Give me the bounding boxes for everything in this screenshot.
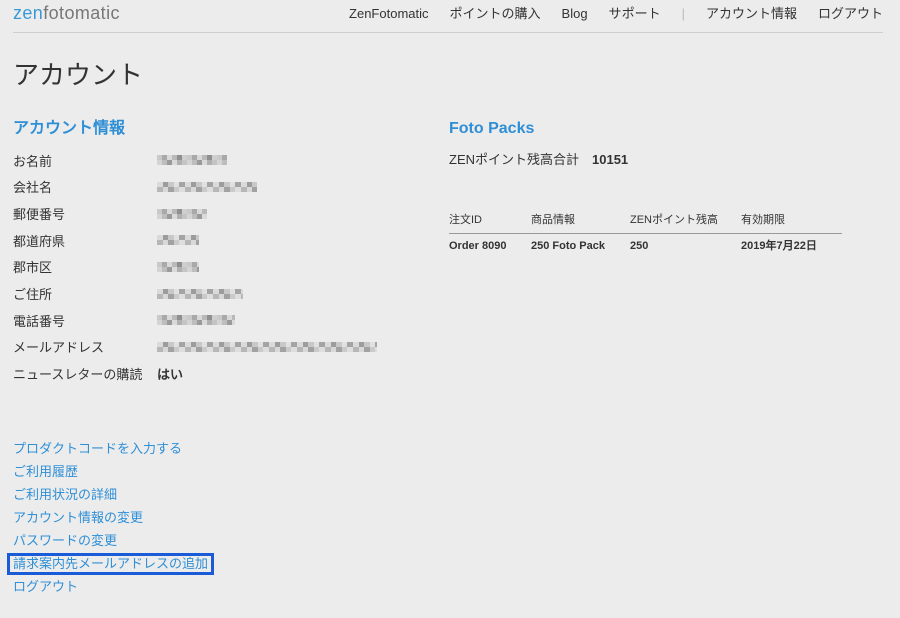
account-row-postal-code: 郵便番号 xyxy=(13,200,433,227)
redacted-value xyxy=(157,288,243,299)
list-item: 請求案内先メールアドレスの追加 xyxy=(6,552,215,575)
foto-packs-table: 注文ID 商品情報 ZENポイント残高 有効期限 Order 8090 250 … xyxy=(449,211,842,255)
redacted-value xyxy=(157,181,257,192)
list-item: パスワードの変更 xyxy=(13,529,211,552)
redacted-value xyxy=(157,341,377,352)
cell-zen-points: 250 xyxy=(630,240,649,252)
account-row-phone: 電話番号 xyxy=(13,307,433,334)
account-row-address: ご住所 xyxy=(13,280,433,307)
list-item: ご利用履歴 xyxy=(13,460,211,483)
field-label: ニュースレターの購読 xyxy=(13,367,143,383)
page-title: アカウント xyxy=(13,60,144,90)
account-row-company: 会社名 xyxy=(13,174,433,201)
nav-link-zenfotomatic[interactable]: ZenFotomatic xyxy=(349,5,428,23)
link-logout[interactable]: ログアウト xyxy=(13,579,78,594)
nav-link-account-info[interactable]: アカウント情報 xyxy=(706,5,797,23)
table-row: Order 8090 250 Foto Pack 250 2019年7月22日 xyxy=(449,234,842,256)
top-nav: ZenFotomatic ポイントの購入 Blog サポート | アカウント情報… xyxy=(349,5,883,23)
field-label: メールアドレス xyxy=(13,340,105,356)
table-header-row: 注文ID 商品情報 ZENポイント残高 有効期限 xyxy=(449,211,842,234)
field-label: 会社名 xyxy=(13,180,53,196)
column-header-product: 商品情報 xyxy=(531,211,630,234)
list-item: プロダクトコードを入力する xyxy=(13,437,211,460)
account-info-list: お名前 会社名 郵便番号 都道府県 郡市区 ご住所 電話番号 メールアドレス ニ… xyxy=(13,147,433,387)
nav-link-logout[interactable]: ログアウト xyxy=(818,5,883,23)
field-label: お名前 xyxy=(13,153,53,169)
cell-product: 250 Foto Pack xyxy=(531,240,605,252)
zen-points-total-value: 10151 xyxy=(592,152,629,167)
site-logo[interactable]: zenfotomatic xyxy=(13,2,120,24)
link-enter-product-code[interactable]: プロダクトコードを入力する xyxy=(13,441,182,456)
link-change-password[interactable]: パスワードの変更 xyxy=(13,533,117,548)
account-row-prefecture: 都道府県 xyxy=(13,227,433,254)
zen-points-total-label: ZENポイント残高合計 xyxy=(449,152,580,167)
nav-link-buy-points[interactable]: ポイントの購入 xyxy=(450,5,541,23)
redacted-value xyxy=(157,235,199,246)
list-item: ログアウト xyxy=(13,575,211,598)
column-header-zen-points: ZENポイント残高 xyxy=(630,211,741,234)
header-divider xyxy=(13,32,883,33)
cell-order-id: Order 8090 xyxy=(449,240,507,252)
redacted-value xyxy=(157,155,227,166)
account-row-city: 郡市区 xyxy=(13,254,433,281)
nav-link-blog[interactable]: Blog xyxy=(562,5,588,23)
link-usage-history[interactable]: ご利用履歴 xyxy=(13,464,78,479)
account-row-name: お名前 xyxy=(13,147,433,174)
cell-expiry: 2019年7月22日 xyxy=(741,240,817,252)
field-label: 電話番号 xyxy=(13,313,66,329)
list-item: ご利用状況の詳細 xyxy=(13,483,211,506)
zen-points-total: ZENポイント残高合計 10151 xyxy=(449,150,628,170)
redacted-value xyxy=(157,208,207,219)
newsletter-value: はい xyxy=(157,367,184,383)
link-change-account-info[interactable]: アカウント情報の変更 xyxy=(13,510,143,525)
redacted-value xyxy=(157,261,199,272)
nav-separator: | xyxy=(681,6,685,21)
account-action-links: プロダクトコードを入力する ご利用履歴 ご利用状況の詳細 アカウント情報の変更 … xyxy=(6,437,215,598)
logo-zen-text: zen xyxy=(13,3,44,23)
column-header-order-id: 注文ID xyxy=(449,211,531,234)
list-item: アカウント情報の変更 xyxy=(13,506,211,529)
column-header-expiry: 有効期限 xyxy=(741,211,842,234)
account-row-email: メールアドレス xyxy=(13,334,433,361)
foto-packs-heading: Foto Packs xyxy=(449,120,535,137)
link-add-billing-email[interactable]: 請求案内先メールアドレスの追加 xyxy=(6,552,215,575)
logo-fotomatic-text: fotomatic xyxy=(43,3,120,23)
field-label: ご住所 xyxy=(13,287,53,303)
redacted-value xyxy=(157,315,235,326)
field-label: 郵便番号 xyxy=(13,207,66,223)
field-label: 郡市区 xyxy=(13,260,53,276)
account-row-newsletter: ニュースレターの購読 はい xyxy=(13,360,433,387)
field-label: 都道府県 xyxy=(13,233,66,249)
link-usage-details[interactable]: ご利用状況の詳細 xyxy=(13,487,117,502)
account-info-heading: アカウント情報 xyxy=(13,120,126,137)
nav-link-support[interactable]: サポート xyxy=(609,5,661,23)
